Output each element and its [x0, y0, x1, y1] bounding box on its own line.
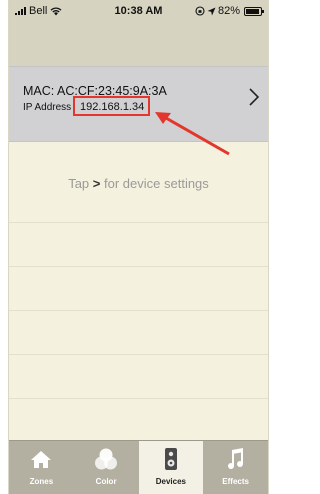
music-note-icon [227, 448, 243, 470]
tab-zones-label: Zones [29, 477, 54, 486]
tab-zones[interactable]: Zones [9, 441, 74, 494]
battery-icon [244, 6, 264, 16]
tab-devices[interactable]: Devices [138, 441, 204, 494]
battery-percent: 82% [217, 5, 240, 17]
app-screen: Bell 10:38 AM 82% MAC: AC:CF:23:45:9A:3A… [8, 0, 269, 494]
list-separator [9, 354, 268, 355]
speaker-device-icon [164, 448, 177, 470]
home-icon [31, 451, 52, 468]
list-separator [9, 310, 268, 311]
device-settings-hint: Tap > for device settings [9, 176, 268, 191]
location-icon [207, 7, 216, 15]
tab-color-label: Color [95, 477, 117, 486]
list-separator [9, 398, 268, 399]
annotation-arrow-icon [155, 112, 230, 156]
hint-suffix: for device settings [104, 176, 209, 191]
tab-effects-label: Effects [222, 477, 249, 486]
color-circles-icon [95, 448, 118, 470]
status-right: 82% [195, 5, 264, 17]
hint-prefix: Tap [68, 176, 90, 191]
tab-devices-label: Devices [155, 477, 186, 486]
hint-symbol: > [92, 176, 101, 191]
status-bar: Bell 10:38 AM 82% [9, 0, 268, 22]
tab-color[interactable]: Color [74, 441, 139, 494]
chevron-right-icon[interactable] [248, 87, 260, 107]
list-separator [9, 222, 268, 223]
nav-header [9, 22, 268, 66]
tab-effects[interactable]: Effects [203, 441, 268, 494]
tab-bar: Zones Color Devices Effects [9, 440, 268, 494]
list-separator [9, 266, 268, 267]
ip-address-label: IP Address [23, 102, 72, 113]
ip-address-highlight-box [73, 96, 150, 116]
orientation-lock-icon [195, 6, 205, 16]
